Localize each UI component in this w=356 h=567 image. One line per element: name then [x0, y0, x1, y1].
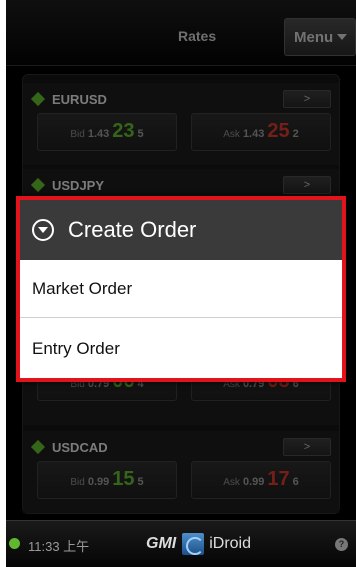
status-bar: 11:33 上午 GMI iDroid ? — [6, 520, 356, 567]
help-icon[interactable]: ? — [335, 538, 348, 551]
chevron-down-circle-icon — [32, 219, 54, 241]
market-order-option[interactable]: Market Order — [20, 260, 342, 318]
dialog-header: Create Order — [20, 200, 342, 260]
entry-order-option[interactable]: Entry Order — [20, 319, 342, 378]
connection-status-icon — [9, 538, 20, 549]
brand-gmi: GMI — [146, 535, 177, 552]
idroid-logo-icon — [182, 533, 205, 555]
brand-app-name: iDroid — [209, 535, 252, 552]
brand-logo: GMI iDroid — [146, 533, 251, 555]
phone-screen: Rates Menu EURUSD > Bid 1.43 23 5 Ask 1.… — [6, 0, 356, 567]
create-order-dialog: Create Order Market Order Entry Order — [16, 196, 346, 382]
clock: 11:33 上午 — [28, 539, 90, 554]
dialog-title: Create Order — [68, 217, 197, 242]
